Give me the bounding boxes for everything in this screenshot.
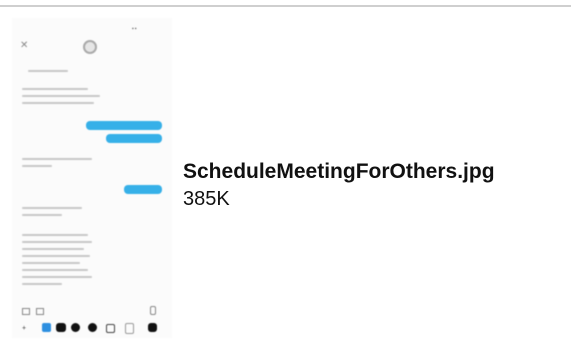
plus-icon: + <box>22 325 27 332</box>
app-icon <box>125 323 134 334</box>
phone-screenshot-thumbnail[interactable]: ▪▪ ✕ + <box>12 18 172 338</box>
top-divider <box>0 5 571 7</box>
sent-message-bubble <box>124 185 162 194</box>
camera-icon <box>22 308 30 315</box>
app-icon <box>56 323 66 332</box>
file-size: 385K <box>183 188 230 210</box>
file-name: ScheduleMeetingForOthers.jpg <box>183 160 495 183</box>
avatar <box>83 40 97 54</box>
app-icon <box>148 323 157 332</box>
app-icon <box>88 323 97 332</box>
image-icon <box>36 308 44 315</box>
close-icon: ✕ <box>20 40 29 51</box>
app-icon <box>71 323 80 332</box>
app-icon <box>106 324 115 333</box>
mic-icon <box>150 306 156 315</box>
sent-message-bubble <box>86 121 162 130</box>
sent-message-bubble <box>106 134 162 143</box>
status-signal: ▪▪ <box>132 26 138 32</box>
app-store-icon <box>42 323 51 332</box>
